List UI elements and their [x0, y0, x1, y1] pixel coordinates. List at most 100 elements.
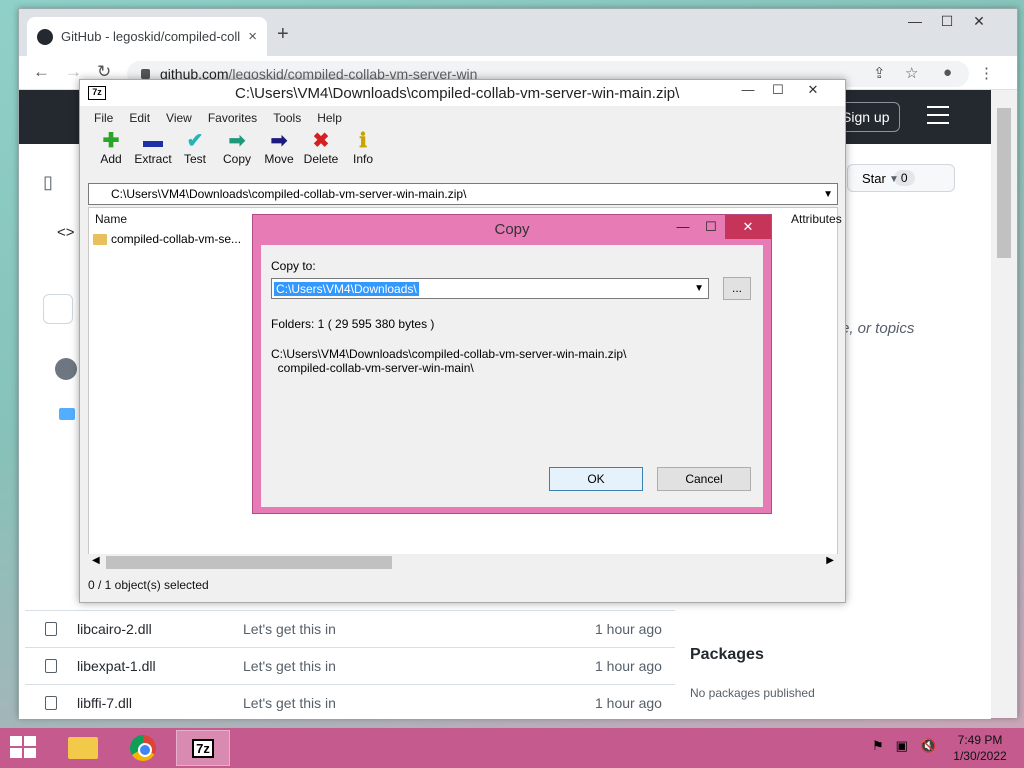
branch-button[interactable]	[43, 294, 73, 324]
maximize-button[interactable]: ☐	[931, 13, 963, 30]
maximize-button[interactable]: ☐	[763, 82, 793, 98]
commit-time: 1 hour ago	[595, 658, 662, 674]
sevenzip-logo-icon: 7z	[192, 738, 214, 758]
chevron-down-icon[interactable]: ▼	[823, 189, 833, 200]
scroll-left-icon[interactable]: ◀	[92, 555, 100, 566]
maximize-button[interactable]: ☐	[697, 215, 725, 239]
extract-button[interactable]: ▬ Extract	[132, 130, 174, 182]
back-arrow-icon[interactable]: ←	[33, 62, 50, 82]
browse-button[interactable]: ...	[723, 277, 751, 300]
taskbar: 7z ⚑ ▣ 🔇 7:49 PM 1/30/2022	[0, 728, 1024, 768]
browser-tab[interactable]: GitHub - legoskid/compiled-collab-vm-ser…	[27, 17, 267, 56]
clock[interactable]: 7:49 PM 1/30/2022	[950, 732, 1010, 764]
action-center-flag-icon[interactable]: ⚑	[872, 738, 884, 754]
source-path-line: C:\Users\VM4\Downloads\compiled-collab-v…	[271, 347, 627, 361]
star-label: Star	[862, 170, 886, 186]
move-button[interactable]: ➡ Move	[258, 130, 300, 182]
network-icon[interactable]: ▣	[896, 738, 908, 754]
menu-tools[interactable]: Tools	[273, 111, 301, 125]
tool-label: Add	[100, 152, 122, 166]
chevron-down-icon[interactable]: ▼	[694, 283, 704, 294]
system-tray: ⚑ ▣ 🔇	[872, 738, 936, 754]
minimize-button[interactable]: —	[733, 82, 763, 98]
menu-favorites[interactable]: Favorites	[208, 111, 257, 125]
file-row[interactable]: libexpat-1.dll Let's get this in 1 hour …	[25, 647, 675, 684]
file-icon	[45, 622, 57, 636]
share-icon[interactable]: ⇪	[873, 64, 886, 82]
column-header-name[interactable]: Name	[95, 212, 127, 226]
file-icon	[45, 659, 57, 673]
star-button[interactable]: Star 0	[847, 164, 955, 192]
packages-empty-text: No packages published	[690, 686, 815, 700]
file-row[interactable]: libffi-7.dll Let's get this in 1 hour ag…	[25, 684, 675, 721]
cancel-button[interactable]: Cancel	[657, 467, 751, 491]
tab-title: GitHub - legoskid/compiled-collab-vm-ser…	[61, 29, 241, 44]
scrollbar-thumb[interactable]	[997, 108, 1011, 258]
copy-to-label: Copy to:	[271, 259, 316, 273]
close-button[interactable]: ✕	[963, 13, 995, 30]
copy-to-combobox[interactable]: C:\Users\VM4\Downloads\ ▼	[271, 278, 709, 299]
minimize-button[interactable]: —	[669, 215, 697, 239]
menu-file[interactable]: File	[94, 111, 113, 125]
file-explorer-taskbar-icon[interactable]	[56, 730, 110, 766]
column-header-attributes[interactable]: Attributes	[791, 212, 842, 226]
hamburger-menu-icon[interactable]	[927, 106, 949, 130]
commit-message[interactable]: Let's get this in	[243, 695, 595, 711]
scrollbar-thumb[interactable]	[106, 556, 392, 569]
file-name[interactable]: libcairo-2.dll	[77, 621, 243, 637]
info-icon: ℹ	[359, 130, 367, 152]
code-tab-icon[interactable]: <>	[57, 224, 75, 241]
address-text: C:\Users\VM4\Downloads\compiled-collab-v…	[111, 187, 467, 201]
chrome-window-controls: — ☐ ✕	[899, 13, 995, 30]
clock-time: 7:49 PM	[957, 733, 1003, 747]
tab-close-icon[interactable]: ×	[248, 28, 257, 45]
new-tab-button[interactable]: +	[277, 23, 289, 46]
file-icon	[45, 696, 57, 710]
scroll-right-icon[interactable]: ▶	[826, 555, 834, 566]
menu-help[interactable]: Help	[317, 111, 342, 125]
menu-edit[interactable]: Edit	[129, 111, 150, 125]
profile-avatar-icon[interactable]: ●	[943, 64, 952, 81]
file-name[interactable]: libexpat-1.dll	[77, 658, 243, 674]
sevenzip-toolbar: ✚ Add ▬ Extract ✔ Test ➡ Copy ➡ Move ✖ Delete …	[80, 130, 845, 182]
sevenzip-titlebar[interactable]: 7z C:\Users\VM4\Downloads\compiled-colla…	[80, 80, 845, 106]
copy-arrow-icon: ➡	[228, 130, 246, 152]
list-item[interactable]: compiled-collab-vm-se...	[93, 232, 241, 246]
sevenzip-address-bar[interactable]: C:\Users\VM4\Downloads\compiled-collab-v…	[88, 183, 838, 205]
commit-message[interactable]: Let's get this in	[243, 658, 595, 674]
sevenzip-taskbar-icon[interactable]: 7z	[176, 730, 230, 766]
info-button[interactable]: ℹ Info	[342, 130, 384, 182]
minimize-button[interactable]: —	[899, 13, 931, 30]
copy-to-value[interactable]: C:\Users\VM4\Downloads\	[274, 281, 419, 296]
volume-muted-icon[interactable]: 🔇	[920, 738, 936, 754]
tool-label: Copy	[222, 152, 251, 166]
star-dropdown-icon[interactable]: ▼	[889, 174, 899, 185]
close-button[interactable]: ✕	[793, 82, 833, 98]
commit-message[interactable]: Let's get this in	[243, 621, 595, 637]
delete-x-icon: ✖	[312, 130, 330, 152]
menu-view[interactable]: View	[166, 111, 192, 125]
list-item-name: compiled-collab-vm-se...	[111, 232, 242, 246]
ok-button[interactable]: OK	[549, 467, 643, 491]
chrome-taskbar-icon[interactable]	[116, 730, 170, 766]
bookmark-star-icon[interactable]: ☆	[905, 64, 918, 82]
copy-button[interactable]: ➡ Copy	[216, 130, 258, 182]
file-name[interactable]: libffi-7.dll	[77, 695, 243, 711]
file-row[interactable]: libcairo-2.dll Let's get this in 1 hour …	[25, 610, 675, 647]
add-button[interactable]: ✚ Add	[90, 130, 132, 182]
page-scrollbar[interactable]	[991, 90, 1017, 718]
tool-label: Delete	[303, 152, 339, 166]
delete-button[interactable]: ✖ Delete	[300, 130, 342, 182]
packages-heading[interactable]: Packages	[690, 646, 764, 664]
horizontal-scrollbar[interactable]: ◀ ▶	[88, 554, 838, 571]
sevenzip-title: C:\Users\VM4\Downloads\compiled-collab-v…	[235, 85, 680, 102]
close-button[interactable]: ✕	[725, 215, 771, 239]
test-button[interactable]: ✔ Test	[174, 130, 216, 182]
windows-start-icon[interactable]	[10, 736, 38, 760]
dialog-body: Copy to: C:\Users\VM4\Downloads\ ▼ ... F…	[261, 245, 763, 507]
minus-icon: ▬	[143, 130, 163, 152]
test-check-icon: ✔	[186, 130, 204, 152]
commit-time: 1 hour ago	[595, 695, 662, 711]
avatar	[55, 358, 77, 380]
chrome-menu-icon[interactable]: ⋮	[979, 64, 994, 82]
